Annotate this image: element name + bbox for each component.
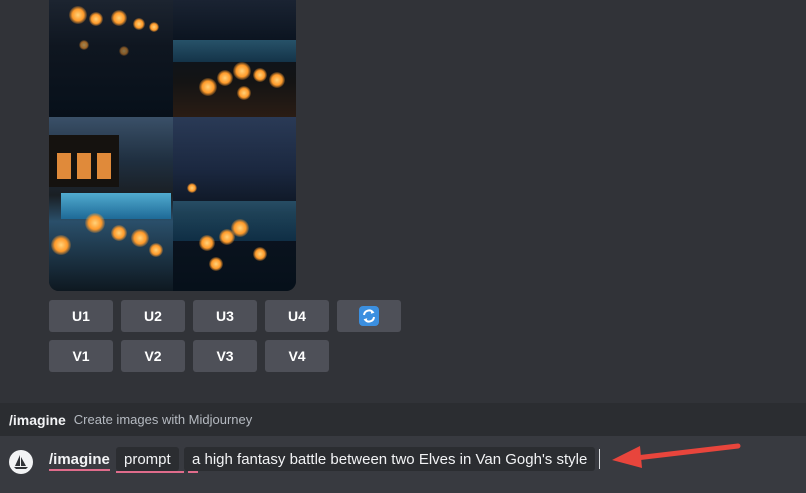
variation-button-row: V1 V2 V3 V4 [49, 340, 329, 372]
variation-button-2[interactable]: V2 [121, 340, 185, 372]
sailboat-icon [14, 455, 28, 469]
prompt-param-label[interactable]: prompt [116, 447, 179, 471]
upscale-button-3[interactable]: U3 [193, 300, 257, 332]
upscale-button-2[interactable]: U2 [121, 300, 185, 332]
message-area: U1 U2 U3 U4 V1 V2 V3 V4 [0, 0, 806, 403]
image-tile-4[interactable] [173, 117, 296, 291]
suggestion-command: /imagine [9, 411, 66, 428]
upscale-button-4[interactable]: U4 [265, 300, 329, 332]
image-tile-1[interactable] [49, 0, 173, 117]
variation-button-1[interactable]: V1 [49, 340, 113, 372]
param-underline-2 [188, 471, 198, 473]
image-tile-3[interactable] [49, 117, 173, 291]
command-suggestion[interactable]: /imagine Create images with Midjourney [0, 403, 806, 436]
text-caret [599, 449, 600, 469]
variation-button-4[interactable]: V4 [265, 340, 329, 372]
refresh-icon [359, 306, 379, 326]
image-grid[interactable] [49, 0, 296, 291]
image-tile-2[interactable] [173, 0, 296, 117]
input-command: /imagine [49, 451, 110, 471]
variation-button-3[interactable]: V3 [193, 340, 257, 372]
upscale-button-1[interactable]: U1 [49, 300, 113, 332]
reroll-button[interactable] [337, 300, 401, 332]
prompt-input[interactable]: a high fantasy battle between two Elves … [184, 447, 596, 471]
param-underline [116, 471, 184, 473]
annotation-arrow-icon [612, 443, 741, 468]
upscale-button-row: U1 U2 U3 U4 [49, 300, 401, 332]
midjourney-bot-icon [9, 450, 33, 474]
suggestion-description: Create images with Midjourney [73, 412, 253, 427]
